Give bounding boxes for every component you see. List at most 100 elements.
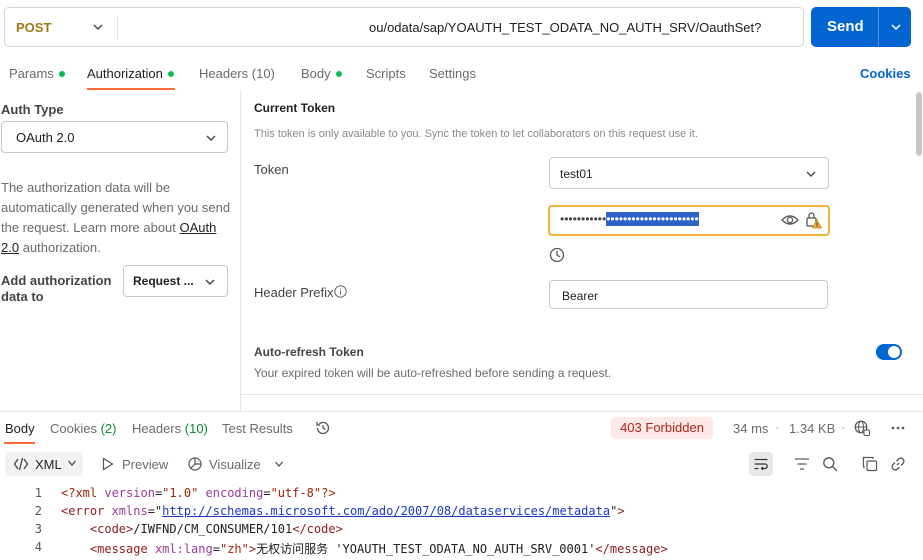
add-auth-label: Add authorization data to [1, 273, 112, 304]
response-size[interactable]: 1.34 KB [789, 421, 835, 436]
header-prefix-input[interactable]: Bearer [549, 280, 828, 309]
response-time[interactable]: 34 ms [733, 421, 768, 436]
tab-scripts[interactable]: Scripts [366, 66, 406, 81]
current-token-description: This token is only available to you. Syn… [254, 128, 698, 140]
auto-refresh-label: Auto-refresh Token [254, 345, 364, 359]
code-token: 无权访问服务 'YOAUTH_TEST_ODATA_NO_AUTH_SRV_00… [256, 542, 596, 556]
code-token: ?> [321, 486, 336, 500]
url-input[interactable]: ou/odata/sap/YOAUTH_TEST_ODATA_NO_AUTH_S… [369, 20, 761, 35]
tab-headers[interactable]: Headers (10) [199, 66, 275, 81]
link-icon[interactable] [890, 456, 906, 472]
toggle-knob [888, 346, 900, 358]
add-auth-select[interactable]: Request ... [123, 265, 228, 297]
wrap-lines-button[interactable] [749, 452, 773, 476]
copy-icon[interactable] [862, 456, 878, 472]
status-badge[interactable]: 403 Forbidden [611, 417, 713, 439]
token-label: Token [254, 162, 289, 177]
auto-refresh-description: Your expired token will be auto-refreshe… [254, 366, 612, 380]
chevron-down-icon [206, 135, 216, 141]
lock-warning-icon[interactable] [806, 211, 822, 229]
add-auth-value: Request ... [133, 274, 194, 288]
response-tab-test-results[interactable]: Test Results [222, 421, 293, 436]
wrap-lines-icon [754, 458, 768, 471]
code-token: <error [61, 504, 112, 518]
line-number: 4 [34, 540, 42, 554]
cookies-link[interactable]: Cookies [860, 66, 911, 81]
code-token: <?xml [61, 486, 105, 500]
code-token: xml:lang [154, 542, 213, 556]
auth-type-select[interactable]: OAuth 2.0 [1, 121, 228, 153]
chevron-down-icon[interactable] [274, 459, 284, 469]
code-token: encoding [205, 486, 264, 500]
code-token: = [212, 542, 220, 556]
code-token: xmlns [111, 504, 148, 518]
response-divider[interactable] [0, 411, 923, 412]
status-dot [58, 70, 65, 77]
code-token: "zh" [219, 542, 249, 556]
send-divider [878, 7, 879, 47]
send-label: Send [827, 18, 864, 35]
active-tab-indicator [4, 442, 35, 444]
token-value-input[interactable]: ••••••••••••••••••••••••••••••••• [548, 205, 830, 236]
token-select[interactable]: test01 [549, 157, 829, 189]
code-text: <?xml version="1.0" encoding="utf-8"?> [61, 486, 336, 500]
line-number: 1 [34, 486, 42, 500]
play-icon[interactable] [102, 457, 114, 471]
response-tab-headers[interactable]: Headers (10) [132, 421, 208, 436]
namespace-link[interactable]: http://schemas.microsoft.com/ado/2007/08… [162, 504, 610, 518]
eye-icon[interactable] [781, 212, 799, 228]
chevron-down-icon[interactable] [889, 20, 903, 34]
visualize-button[interactable]: Visualize [209, 457, 261, 472]
more-icon[interactable] [890, 420, 906, 436]
header-prefix-label: Header Prefix [254, 285, 334, 300]
response-tab-body[interactable]: Body [5, 421, 35, 436]
auth-description: The authorization data will be automatic… [1, 180, 231, 255]
tab-params[interactable]: Params [9, 66, 65, 81]
tab-body[interactable]: Body [301, 66, 342, 81]
separator-dot: · [841, 420, 846, 435]
network-globe-icon[interactable] [854, 420, 870, 436]
code-format-icon [13, 457, 29, 471]
tab-settings[interactable]: Settings [429, 66, 476, 81]
visualize-icon[interactable] [187, 456, 203, 472]
auth-type-label: Auth Type [1, 102, 64, 117]
format-label: XML [35, 457, 62, 472]
format-selector[interactable]: XML [5, 452, 83, 476]
code-token: = [263, 486, 271, 500]
section-divider [241, 394, 923, 395]
code-token: "utf-8" [270, 486, 322, 500]
status-dot [335, 70, 342, 77]
code-text: <code>/IWFND/CM_CONSUMER/101</code> [61, 522, 343, 536]
status-dot [167, 70, 174, 77]
code-token: </message> [595, 542, 668, 556]
code-text: <error xmlns="http://schemas.microsoft.c… [61, 504, 625, 518]
vertical-scrollbar[interactable] [916, 92, 922, 156]
separator-dot: · [775, 420, 780, 435]
auto-refresh-toggle[interactable] [876, 344, 902, 360]
header-prefix-value: Bearer [562, 289, 599, 303]
preview-button[interactable]: Preview [122, 457, 168, 472]
filter-icon[interactable] [794, 457, 810, 471]
code-token: <code> [89, 522, 134, 536]
code-token: version [104, 486, 155, 500]
tab-authorization[interactable]: Authorization [87, 66, 174, 81]
chevron-down-icon[interactable] [91, 20, 105, 34]
method-selector[interactable]: POST [16, 20, 51, 35]
url-bar[interactable]: POST ou/odata/sap/YOAUTH_TEST_ODATA_NO_A… [4, 7, 804, 47]
info-icon[interactable] [334, 285, 347, 298]
chevron-down-icon [205, 279, 215, 285]
history-icon[interactable] [315, 420, 331, 436]
code-text: <message xml:lang="zh">无权访问服务 'YOAUTH_TE… [61, 540, 668, 557]
send-button[interactable]: Send [811, 7, 911, 47]
token-masked-value: ••••••••••••••••••••••••••••••••• [560, 212, 699, 226]
response-tab-cookies[interactable]: Cookies (2) [50, 421, 116, 436]
chevron-down-icon [68, 460, 76, 466]
code-token: > [617, 504, 625, 518]
clock-icon [549, 247, 565, 263]
search-icon[interactable] [822, 456, 838, 472]
code-token: /IWFND/CM_CONSUMER/101 [133, 522, 293, 536]
token-select-value: test01 [560, 167, 593, 181]
